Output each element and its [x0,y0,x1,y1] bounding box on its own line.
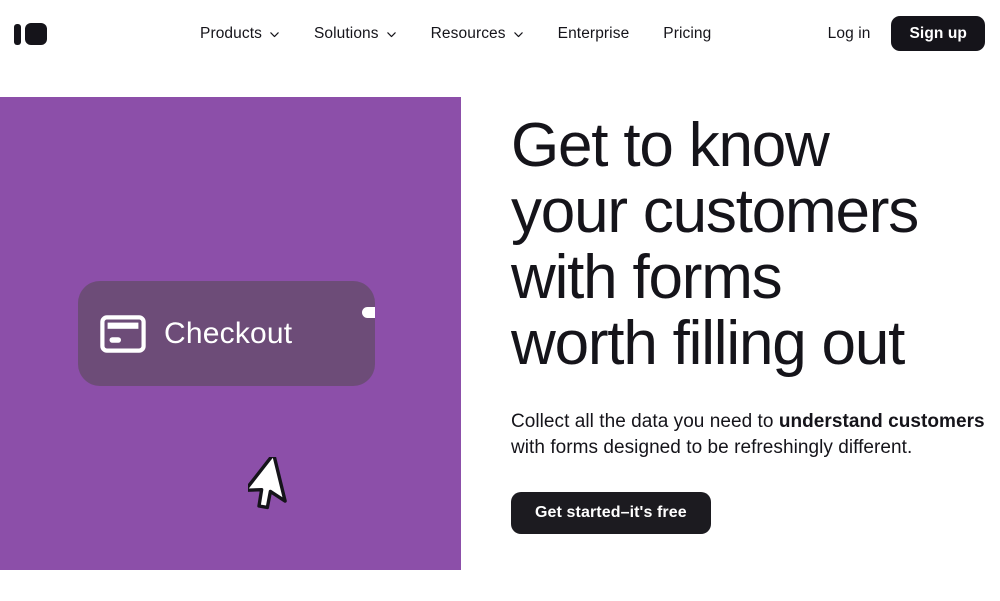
primary-navigation: Products Solutions Resources Enterprise … [200,0,711,67]
subcopy-part-1: Collect all the data you need to [511,411,779,432]
logo-bar-shape [14,23,21,45]
headline-line: Get to know [511,111,830,180]
header-actions: Log in Sign up [828,0,985,67]
logo-square-shape [25,23,47,45]
credit-card-icon [100,314,146,353]
typeform-logo[interactable] [14,23,48,45]
subcopy-bold: understand customers [778,411,985,432]
nav-item-products[interactable]: Products [200,19,280,49]
page-title: Get to know your customers with forms wo… [511,97,991,377]
nav-item-label: Solutions [313,24,379,42]
chevron-down-icon [513,29,524,40]
checkout-card[interactable]: Checkout [78,281,375,386]
signup-button[interactable]: Sign up [891,16,985,51]
chevron-down-icon [269,29,280,40]
card-edge-pill [362,307,375,318]
nav-item-solutions[interactable]: Solutions [314,19,397,49]
checkout-label: Checkout [164,316,293,350]
nav-item-label: Enterprise [557,24,630,42]
headline-line: your customers [511,177,919,246]
headline-line: worth filling out [511,309,905,378]
nav-item-label: Pricing [663,24,712,42]
hero-visual-panel: Checkout [0,97,461,570]
nav-item-label: Resources [430,24,506,42]
site-header: Products Solutions Resources Enterprise … [0,0,1000,67]
chevron-down-icon [386,29,397,40]
hero-copy: Get to know your customers with forms wo… [511,97,991,534]
nav-item-enterprise[interactable]: Enterprise [558,19,630,49]
mouse-cursor-icon [248,457,300,515]
headline-line: with forms [511,243,783,312]
subcopy-part-2: with forms designed to be refreshingly d… [511,437,913,458]
nav-item-pricing[interactable]: Pricing [663,19,711,49]
login-link[interactable]: Log in [828,25,871,43]
nav-item-label: Products [200,24,262,42]
hero-subcopy: Collect all the data you need to underst… [511,377,989,461]
nav-item-resources[interactable]: Resources [431,19,524,49]
get-started-button[interactable]: Get started–it's free [511,492,711,534]
